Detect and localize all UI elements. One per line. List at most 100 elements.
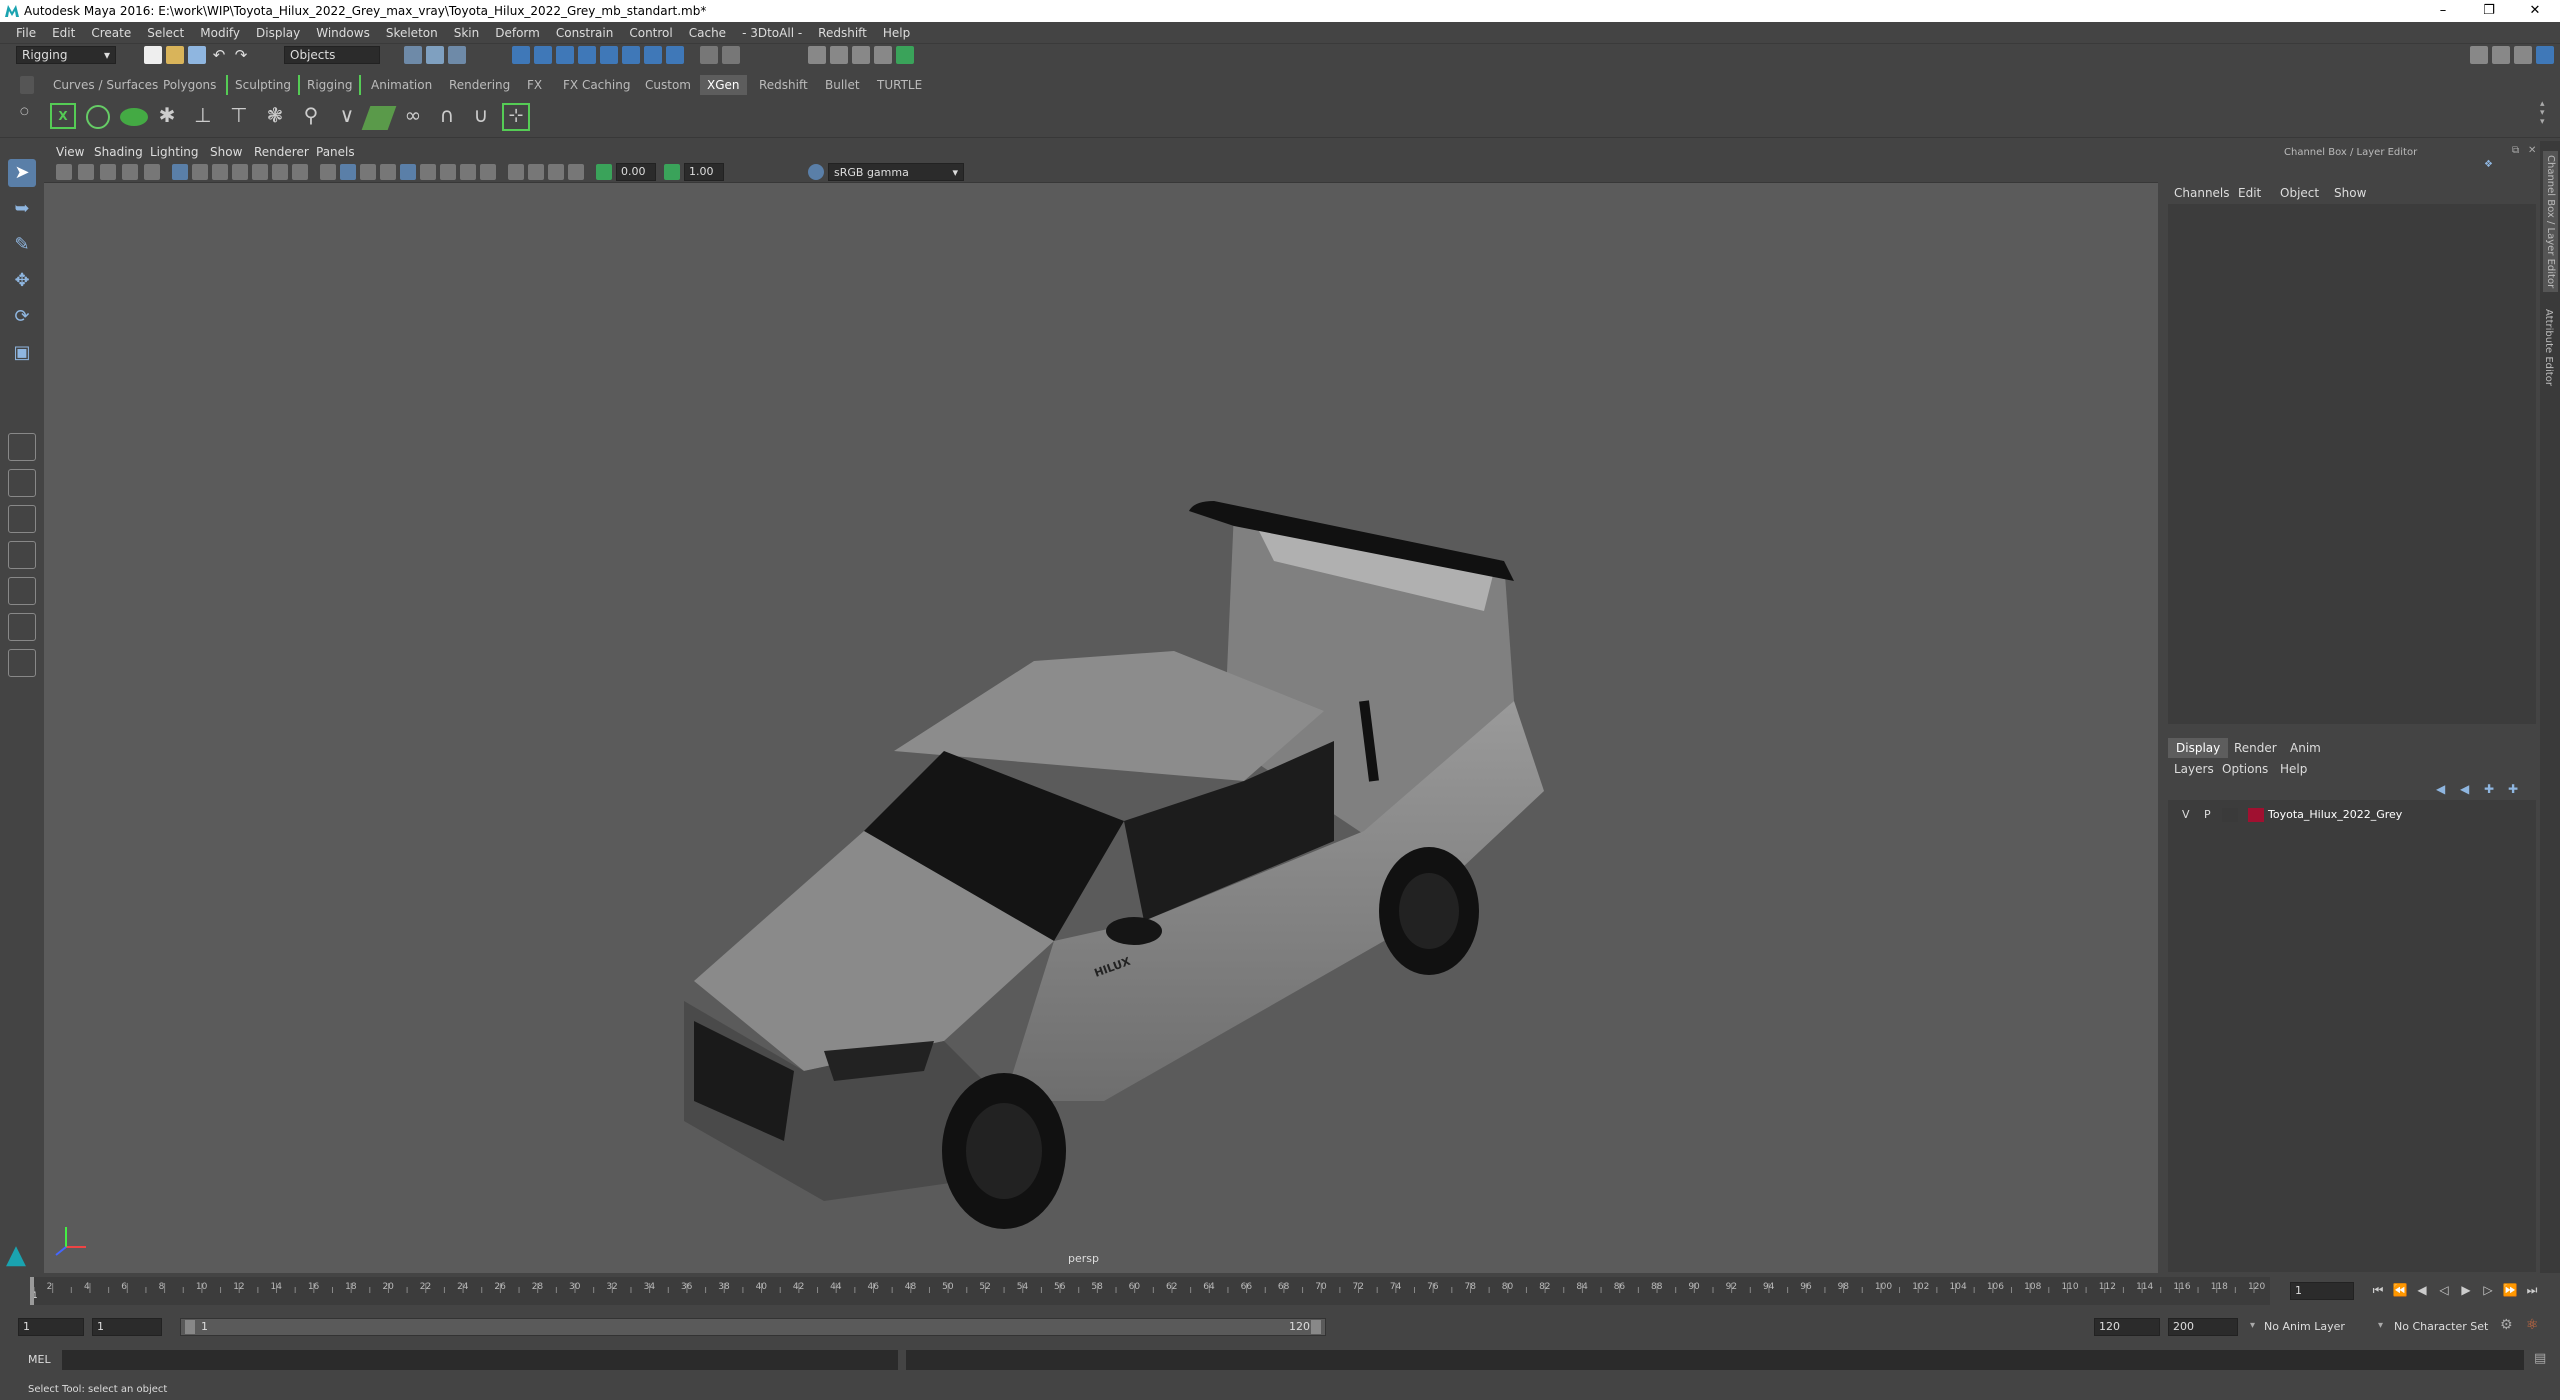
persp-uv-icon[interactable]: [8, 613, 36, 641]
xgen-create-description-icon[interactable]: [86, 105, 110, 129]
step-forward-frame-icon[interactable]: ▷: [2480, 1282, 2496, 1298]
menu-redshift[interactable]: Redshift: [810, 26, 875, 40]
wireframe-icon[interactable]: [320, 164, 336, 180]
layer-menu-options[interactable]: Options: [2222, 762, 2268, 776]
layer-tab-display[interactable]: Display: [2168, 738, 2229, 758]
xgen-sculpt-guide-icon[interactable]: ❃: [262, 103, 288, 131]
xray-joints-icon[interactable]: [548, 164, 564, 180]
cb-menu-channels[interactable]: Channels: [2174, 186, 2230, 200]
use-all-lights-icon[interactable]: [400, 164, 416, 180]
viewport-panel[interactable]: HILUX: [44, 141, 2158, 1273]
exposure-field[interactable]: 0.00: [616, 163, 656, 181]
chevron-down-icon[interactable]: ▾: [2250, 1320, 2255, 1331]
menu-help[interactable]: Help: [875, 26, 918, 40]
snap-view-icon[interactable]: [578, 46, 596, 64]
shelf-tab-fx-caching[interactable]: FX Caching: [556, 75, 637, 95]
exposure-icon[interactable]: [596, 164, 612, 180]
render-settings-icon[interactable]: [852, 46, 870, 64]
save-scene-icon[interactable]: [188, 46, 206, 64]
current-time-indicator[interactable]: [30, 1277, 34, 1305]
smooth-shade-icon[interactable]: [340, 164, 356, 180]
gamma-icon[interactable]: [664, 164, 680, 180]
shelf-tab-turtle[interactable]: TURTLE: [870, 75, 929, 95]
textured-icon[interactable]: [380, 164, 396, 180]
lock-icon[interactable]: [700, 46, 718, 64]
render-frame-icon[interactable]: [808, 46, 826, 64]
vp-menu-renderer[interactable]: Renderer: [254, 145, 309, 159]
ambient-occlusion-icon[interactable]: [440, 164, 456, 180]
range-slider[interactable]: 1 120: [180, 1318, 1326, 1336]
scene-end-field[interactable]: 200: [2168, 1318, 2238, 1336]
layer-visibility-toggle[interactable]: V: [2182, 808, 2190, 821]
command-input[interactable]: [62, 1350, 898, 1370]
preferences-icon[interactable]: ⚛: [2526, 1317, 2539, 1333]
new-scene-icon[interactable]: [144, 46, 162, 64]
menu-select[interactable]: Select: [139, 26, 192, 40]
range-start-handle[interactable]: [185, 1320, 195, 1334]
redshift-render-icon[interactable]: [896, 46, 914, 64]
playback-end-field[interactable]: 120: [2094, 1318, 2160, 1336]
menu-create[interactable]: Create: [83, 26, 139, 40]
shelf-tab-redshift[interactable]: Redshift: [752, 75, 815, 95]
shelf-tab-sculpting[interactable]: Sculpting: [226, 75, 301, 95]
cb-menu-object[interactable]: Object: [2280, 186, 2319, 200]
snap-surface-icon[interactable]: [600, 46, 618, 64]
xray-components-icon[interactable]: [568, 164, 584, 180]
menu-file[interactable]: File: [8, 26, 44, 40]
layout-two-icon[interactable]: [2492, 46, 2510, 64]
layer-row[interactable]: V P Toyota_Hilux_2022_Grey: [2170, 805, 2534, 825]
vp-menu-panels[interactable]: Panels: [316, 145, 355, 159]
play-forwards-icon[interactable]: ▶: [2458, 1282, 2474, 1298]
vp-menu-lighting[interactable]: Lighting: [150, 145, 199, 159]
vp-menu-shading[interactable]: Shading: [94, 145, 143, 159]
layout-custom-icon[interactable]: [8, 649, 36, 677]
current-frame-field[interactable]: 1: [2290, 1282, 2354, 1300]
shelf-tab-animation[interactable]: Animation: [364, 75, 439, 95]
snap-live-icon[interactable]: [644, 46, 662, 64]
layer-type-toggle[interactable]: [2222, 808, 2238, 822]
layer-tab-render[interactable]: Render: [2226, 738, 2285, 758]
menu-3dtoall[interactable]: - 3DtoAll -: [734, 26, 810, 40]
shelf-scroll-icon[interactable]: ▴ ▾ ▾: [2540, 100, 2554, 136]
layer-playback-toggle[interactable]: P: [2204, 808, 2211, 821]
script-editor-icon[interactable]: ▤: [2534, 1351, 2546, 1366]
shelf-tab-polygons[interactable]: Polygons: [156, 75, 223, 95]
menu-set-dropdown[interactable]: Rigging ▾: [16, 46, 116, 64]
construction-history-icon[interactable]: [722, 46, 740, 64]
four-view-icon[interactable]: [8, 469, 36, 497]
step-back-frame-icon[interactable]: ◀: [2414, 1282, 2430, 1298]
undo-icon[interactable]: ↶: [210, 46, 228, 64]
gamma-field[interactable]: 1.00: [684, 163, 724, 181]
wireframe-on-shaded-icon[interactable]: [360, 164, 376, 180]
isolate-select-icon[interactable]: [508, 164, 524, 180]
xgen-editor-icon[interactable]: X: [50, 103, 76, 129]
lasso-tool-icon[interactable]: ➥: [8, 195, 36, 223]
layout-four-icon[interactable]: [2514, 46, 2532, 64]
character-set-dropdown[interactable]: No Character Set: [2394, 1320, 2488, 1333]
shelf-tab-custom[interactable]: Custom: [638, 75, 698, 95]
select-object-icon[interactable]: [426, 46, 444, 64]
redo-icon[interactable]: ↷: [232, 46, 250, 64]
rotate-tool-icon[interactable]: ⟳: [8, 303, 36, 331]
layer-tab-anim[interactable]: Anim: [2282, 738, 2329, 758]
snap-plane-icon[interactable]: [666, 46, 684, 64]
camera-attributes-icon[interactable]: [56, 164, 72, 180]
camera-bookmark-icon[interactable]: [78, 164, 94, 180]
shadows-icon[interactable]: [420, 164, 436, 180]
playback-start-field[interactable]: 1: [92, 1318, 162, 1336]
move-layer-down-icon[interactable]: ◀: [2460, 782, 2469, 796]
menu-modify[interactable]: Modify: [192, 26, 248, 40]
anim-layer-dropdown[interactable]: No Anim Layer: [2264, 1320, 2345, 1333]
menu-control[interactable]: Control: [621, 26, 680, 40]
persp-hypershade-icon[interactable]: [8, 577, 36, 605]
xgen-add-guide-icon[interactable]: ⊥: [190, 103, 216, 131]
shelf-tab-curves-surfaces[interactable]: Curves / Surfaces: [46, 75, 165, 95]
anti-aliasing-icon[interactable]: [480, 164, 496, 180]
step-forward-key-icon[interactable]: ⏩: [2502, 1282, 2518, 1298]
shelf-options-icon[interactable]: ○: [20, 106, 36, 130]
open-scene-icon[interactable]: [166, 46, 184, 64]
snap-point-icon[interactable]: [556, 46, 574, 64]
menu-skeleton[interactable]: Skeleton: [378, 26, 446, 40]
safe-title-icon[interactable]: [292, 164, 308, 180]
shelf-tab-rigging[interactable]: Rigging: [298, 75, 362, 95]
